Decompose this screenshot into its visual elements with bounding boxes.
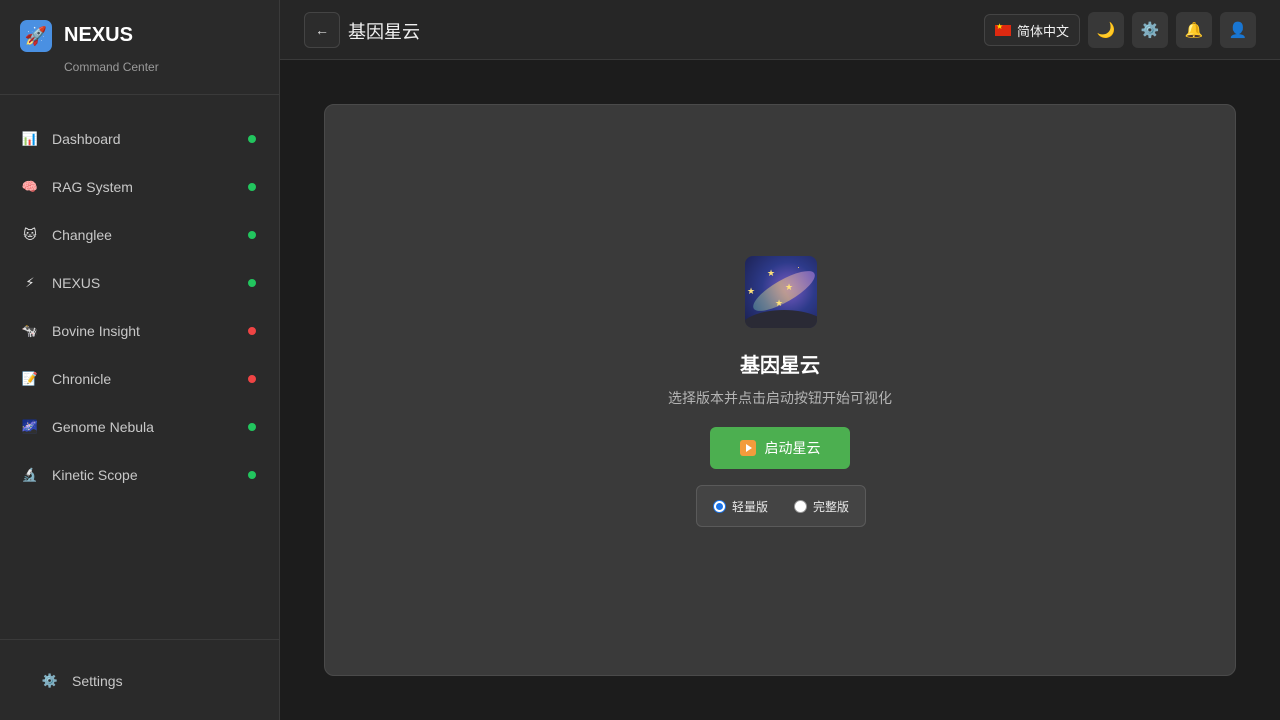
status-dot <box>248 231 256 239</box>
gear-icon: ⚙️ <box>41 673 59 688</box>
sidebar-item-chronicle[interactable]: 📝 Chronicle <box>0 355 280 403</box>
status-dot <box>248 279 256 287</box>
arrow-left-icon: ← <box>315 22 329 38</box>
status-dot <box>248 375 256 383</box>
top-bar: ← 基因星云 简体中文 🌙 ⚙️ 🔔 👤 <box>280 0 1280 60</box>
user-icon: 👤 <box>1228 22 1248 39</box>
china-flag-icon <box>995 22 1011 36</box>
status-dot <box>248 471 256 479</box>
sidebar-item-dashboard[interactable]: 📊 Dashboard <box>0 115 280 163</box>
language-label: 简体中文 <box>1017 23 1070 39</box>
launch-nebula-button[interactable]: 启动星云 <box>710 427 850 469</box>
status-dot <box>248 327 256 335</box>
galaxy-icon: 🌌 <box>21 419 39 434</box>
sidebar-item-nexus[interactable]: ⚡ NEXUS <box>0 259 280 307</box>
bell-icon: 🔔 <box>1184 22 1204 39</box>
nebula-launch-card: ★ ★ ★ ★ · 基因星云 选择版本并点击启动按钮开始可视化 启动星云 轻量版… <box>324 104 1236 676</box>
sidebar-item-bovine-insight[interactable]: 🐄 Bovine Insight <box>0 307 280 355</box>
sidebar-item-label: Changlee <box>52 227 112 243</box>
chart-icon: 📊 <box>21 131 39 146</box>
back-button[interactable]: ← <box>304 12 340 48</box>
sidebar-item-label: Bovine Insight <box>52 323 140 339</box>
play-icon <box>739 440 756 456</box>
status-dot <box>248 135 256 143</box>
sidebar-nav: 📊 Dashboard 🧠 RAG System 🐱 Changlee ⚡ NE… <box>0 115 280 499</box>
memo-icon: 📝 <box>21 371 39 386</box>
radio-button[interactable] <box>794 499 807 513</box>
sidebar-item-genome-nebula[interactable]: 🌌 Genome Nebula <box>0 403 280 451</box>
launch-label: 启动星云 <box>764 440 821 456</box>
sidebar: 🚀 NEXUS Command Center 📊 Dashboard 🧠 RAG… <box>0 0 280 720</box>
user-button[interactable]: 👤 <box>1220 12 1256 48</box>
status-dot <box>248 423 256 431</box>
card-description: 选择版本并点击启动按钮开始可视化 <box>668 390 892 406</box>
sidebar-footer: ⚙️ Settings <box>0 639 280 720</box>
sidebar-item-label: Genome Nebula <box>52 419 154 435</box>
sidebar-item-rag-system[interactable]: 🧠 RAG System <box>0 163 280 211</box>
language-selector[interactable]: 简体中文 <box>984 14 1081 46</box>
sidebar-item-label: Kinetic Scope <box>52 467 138 483</box>
sidebar-item-label: Dashboard <box>52 131 121 147</box>
sidebar-item-kinetic-scope[interactable]: 🔬 Kinetic Scope <box>0 451 280 499</box>
brand-header: 🚀 NEXUS Command Center <box>0 0 279 95</box>
version-label: 完整版 <box>813 499 850 514</box>
sidebar-item-label: Chronicle <box>52 371 112 387</box>
card-title: 基因星云 <box>740 355 820 377</box>
radio-button[interactable] <box>712 499 726 513</box>
status-dot <box>248 183 256 191</box>
version-selector: 轻量版 完整版 <box>696 485 866 527</box>
gear-icon: ⚙️ <box>1140 22 1160 39</box>
cat-icon: 🐱 <box>23 227 37 242</box>
brand-subtitle: Command Center <box>64 60 159 74</box>
version-option-full[interactable]: 完整版 <box>794 498 849 515</box>
brand-name: NEXUS <box>64 24 133 46</box>
microscope-icon: 🔬 <box>21 467 39 482</box>
settings-button[interactable]: ⚙️ <box>1132 12 1168 48</box>
theme-toggle-button[interactable]: 🌙 <box>1088 12 1124 48</box>
sidebar-item-changlee[interactable]: 🐱 Changlee <box>0 211 280 259</box>
page-title: 基因星云 <box>348 22 420 42</box>
rocket-icon: 🚀 <box>20 20 52 52</box>
cow-icon: 🐄 <box>21 323 39 338</box>
sidebar-item-label: RAG System <box>52 179 133 195</box>
sidebar-item-label: Settings <box>72 673 123 689</box>
nebula-icon: ★ ★ ★ ★ · <box>745 256 817 328</box>
version-label: 轻量版 <box>731 499 768 514</box>
moon-icon: 🌙 <box>1096 22 1116 39</box>
sidebar-item-settings[interactable]: ⚙️ Settings <box>40 673 123 689</box>
brain-icon: 🧠 <box>21 179 39 194</box>
version-option-lite[interactable]: 轻量版 <box>712 498 768 515</box>
sidebar-item-label: NEXUS <box>52 275 101 291</box>
lightning-icon: ⚡ <box>25 275 35 290</box>
notifications-button[interactable]: 🔔 <box>1176 12 1212 48</box>
